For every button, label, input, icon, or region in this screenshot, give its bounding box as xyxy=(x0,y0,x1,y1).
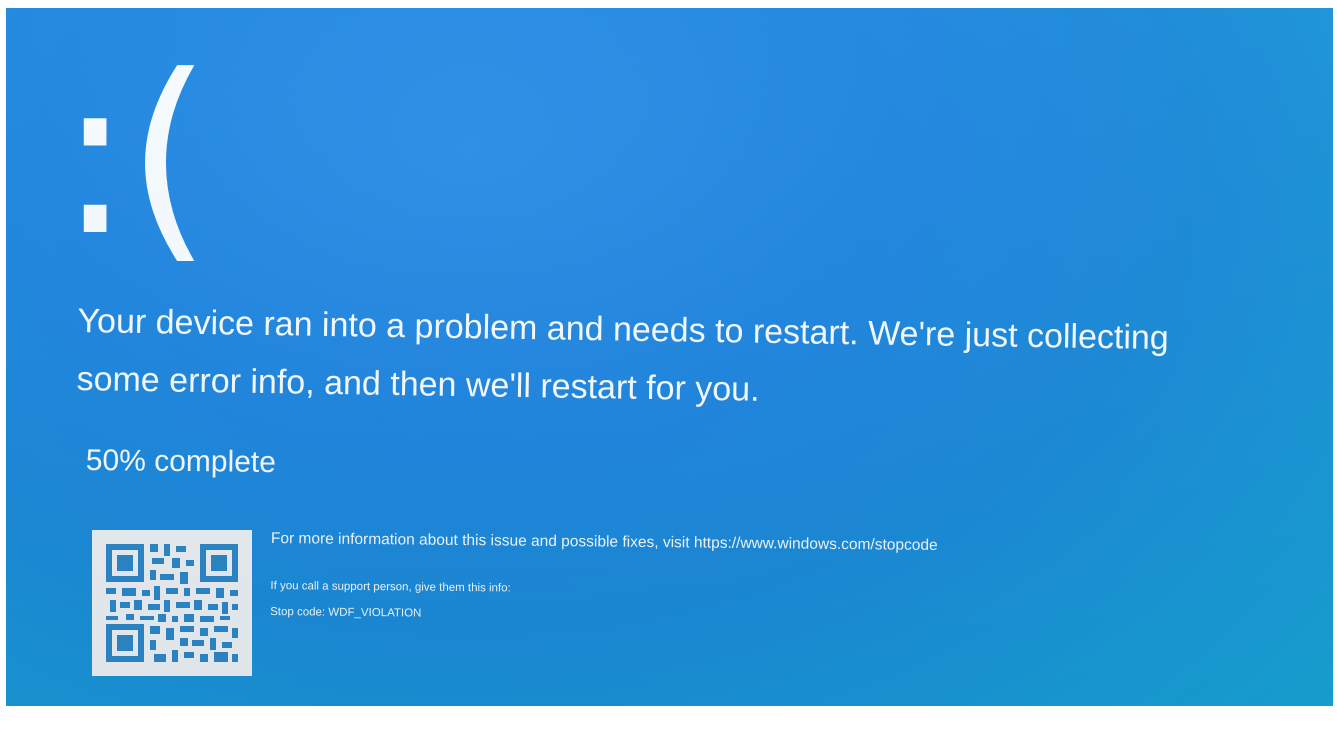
stop-code-text: Stop code: WDF_VIOLATION xyxy=(270,605,422,620)
info-block: For more information about this issue an… xyxy=(270,530,1171,627)
error-message: Your device ran into a problem and needs… xyxy=(76,301,1170,409)
sad-face-emoticon: :( xyxy=(58,28,212,284)
support-prompt-text: If you call a support person, give them … xyxy=(270,579,511,595)
progress-text: 50% complete xyxy=(85,444,277,479)
qr-code-icon xyxy=(92,530,252,676)
bsod-screen: :( Your device ran into a problem and ne… xyxy=(6,8,1333,706)
more-info-text: For more information about this issue an… xyxy=(270,530,938,554)
